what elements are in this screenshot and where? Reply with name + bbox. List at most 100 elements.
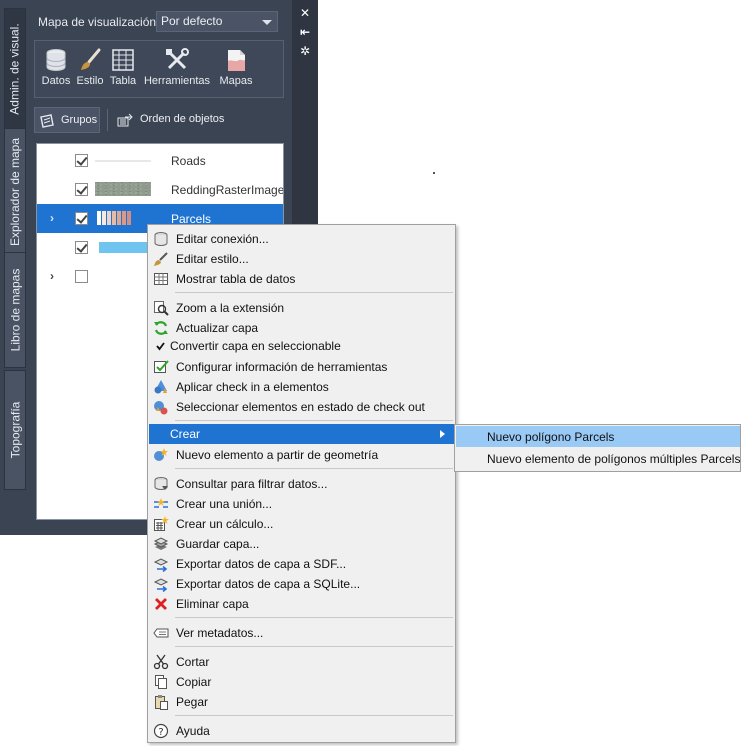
- layer-row-roads[interactable]: Roads: [37, 146, 283, 175]
- menu-item-refresh-layer[interactable]: Actualizar capa: [149, 318, 454, 338]
- menu-item-label: Exportar datos de capa a SQLite...: [176, 577, 361, 591]
- menu-item-label: Editar estilo...: [176, 252, 249, 266]
- menu-item-create-join[interactable]: Crear una unión...: [149, 494, 454, 514]
- draw-order-icon: [117, 113, 133, 127]
- submenu-item-new-polygon[interactable]: Nuevo polígono Parcels: [456, 426, 740, 447]
- maps-button[interactable]: Mapas: [217, 47, 255, 87]
- check-in-icon: [154, 380, 167, 394]
- raster-thumbnail: [95, 182, 151, 196]
- menu-item-cut[interactable]: Cortar: [149, 652, 454, 672]
- menu-item-configure-tooltips[interactable]: Configurar información de herramientas: [149, 357, 454, 377]
- menu-item-zoom-extent[interactable]: Zoom a la extensión: [149, 298, 454, 318]
- menu-item-create-calculation[interactable]: Crear un cálculo...: [149, 514, 454, 534]
- menu-item-label: Copiar: [176, 675, 212, 689]
- menu-item-label: Mostrar tabla de datos: [176, 272, 296, 286]
- tab-map-book[interactable]: Libro de mapas: [4, 252, 26, 368]
- view-mode-row: Grupos Orden de objetos: [34, 107, 284, 135]
- menu-item-query-filter[interactable]: Consultar para filtrar datos...: [149, 474, 454, 494]
- menu-item-copy[interactable]: Copiar: [149, 672, 454, 692]
- data-button[interactable]: Datos: [39, 47, 73, 87]
- submenu-item-new-multipolygon[interactable]: Nuevo elemento de polígonos múltiples Pa…: [456, 448, 740, 469]
- layer-visibility-checkbox[interactable]: [75, 183, 88, 196]
- menu-item-label: Guardar capa...: [176, 537, 260, 551]
- groups-icon: [40, 114, 54, 128]
- submenu-arrow-icon: [440, 430, 445, 438]
- tab-survey[interactable]: Topografía: [4, 370, 26, 490]
- menu-item-select-checked-out[interactable]: Seleccionar elementos en estado de check…: [149, 397, 454, 417]
- menu-item-edit-style[interactable]: Editar estilo...: [149, 249, 454, 269]
- theme-swatch: [97, 211, 131, 225]
- display-map-label: Mapa de visualización:: [38, 15, 160, 29]
- menu-item-new-feature-from-geometry[interactable]: Nuevo elemento a partir de geometría: [149, 445, 454, 465]
- calculator-icon: [154, 516, 169, 531]
- table-icon: [154, 273, 168, 285]
- submenu-item-label: Nuevo elemento de polígonos múltiples Pa…: [487, 452, 741, 466]
- menu-item-help[interactable]: ? Ayuda: [149, 721, 454, 741]
- paste-icon: [155, 695, 168, 710]
- tab-map-explorer[interactable]: Explorador de mapa: [4, 128, 26, 256]
- layer-visibility-checkbox[interactable]: [75, 154, 88, 167]
- display-map-select[interactable]: Por defecto: [156, 11, 278, 32]
- zoom-extents-icon: [154, 301, 169, 316]
- menu-item-label: Convertir capa en seleccionable: [170, 339, 341, 353]
- save-layer-icon: [153, 537, 169, 550]
- chevron-right-icon[interactable]: ›: [50, 270, 59, 282]
- delete-icon: [155, 598, 167, 610]
- maps-icon: [228, 50, 245, 71]
- menu-item-remove-layer[interactable]: Eliminar capa: [149, 594, 454, 614]
- tab-display-manager-label: Admin. de visual.: [8, 23, 23, 115]
- database-icon: [154, 232, 168, 246]
- menu-item-check-in-features[interactable]: Aplicar check in a elementos: [149, 377, 454, 397]
- menu-item-label: Configurar información de herramientas: [176, 360, 388, 374]
- menu-item-label: Ayuda: [176, 724, 210, 738]
- svg-text:?: ?: [158, 727, 163, 738]
- tools-button[interactable]: Herramientas: [141, 47, 213, 87]
- checkmark-icon: [156, 342, 165, 351]
- menu-item-label: Eliminar capa: [176, 597, 249, 611]
- export-icon: [153, 578, 169, 592]
- database-icon: [46, 49, 66, 71]
- menu-item-export-sqlite[interactable]: Exportar datos de capa a SQLite...: [149, 574, 454, 594]
- layer-row-raster[interactable]: ReddingRasterImage: [37, 175, 284, 204]
- refresh-icon: [154, 321, 168, 335]
- menu-item-label: Aplicar check in a elementos: [176, 380, 329, 394]
- style-button[interactable]: Estilo: [75, 47, 105, 87]
- menu-item-create[interactable]: Crear: [149, 424, 454, 444]
- menu-item-edit-connection[interactable]: Editar conexión...: [149, 229, 454, 249]
- menu-separator: [175, 715, 453, 716]
- autohide-icon[interactable]: ⇤: [298, 25, 312, 39]
- groups-button-label: Grupos: [61, 114, 98, 126]
- menu-item-paste[interactable]: Pegar: [149, 692, 454, 712]
- menu-item-label: Crear: [170, 427, 201, 441]
- layer-visibility-checkbox[interactable]: [75, 270, 88, 283]
- tab-map-explorer-label: Explorador de mapa: [8, 137, 23, 247]
- menu-separator: [175, 468, 453, 469]
- layer-visibility-checkbox[interactable]: [75, 241, 88, 254]
- copy-icon: [155, 675, 167, 689]
- maps-button-label: Mapas: [219, 75, 253, 87]
- properties-icon[interactable]: ✲: [298, 44, 312, 58]
- tab-display-manager[interactable]: Admin. de visual.: [4, 8, 26, 130]
- menu-item-label: Crear un cálculo...: [176, 517, 274, 531]
- menu-item-show-data-table[interactable]: Mostrar tabla de datos: [149, 269, 454, 289]
- submenu-item-label: Nuevo polígono Parcels: [487, 430, 615, 444]
- layer-name: ReddingRasterImage: [171, 183, 284, 197]
- menu-item-save-layer[interactable]: Guardar capa...: [149, 534, 454, 554]
- menu-item-label: Pegar: [176, 695, 209, 709]
- table-button[interactable]: Tabla: [107, 47, 139, 87]
- menu-item-label: Cortar: [176, 655, 210, 669]
- close-icon[interactable]: ✕: [298, 6, 312, 20]
- layer-visibility-checkbox[interactable]: [75, 212, 88, 225]
- display-manager-toolbar: Datos Estilo Tabla Herramientas Mapas: [34, 40, 284, 98]
- new-feature-icon: [154, 448, 168, 461]
- chevron-right-icon[interactable]: ›: [50, 212, 59, 224]
- menu-item-make-selectable[interactable]: Convertir capa en seleccionable: [149, 336, 454, 356]
- menu-item-view-metadata[interactable]: Ver metadatos...: [149, 623, 454, 643]
- menu-item-export-sdf[interactable]: Exportar datos de capa a SDF...: [149, 554, 454, 574]
- groups-button[interactable]: Grupos: [34, 107, 100, 133]
- export-icon: [153, 558, 169, 572]
- data-button-label: Datos: [41, 75, 71, 87]
- menu-item-label: Seleccionar elementos en estado de check…: [176, 400, 425, 414]
- layer-style-swatch: [99, 242, 151, 253]
- chevron-down-icon: [262, 20, 272, 25]
